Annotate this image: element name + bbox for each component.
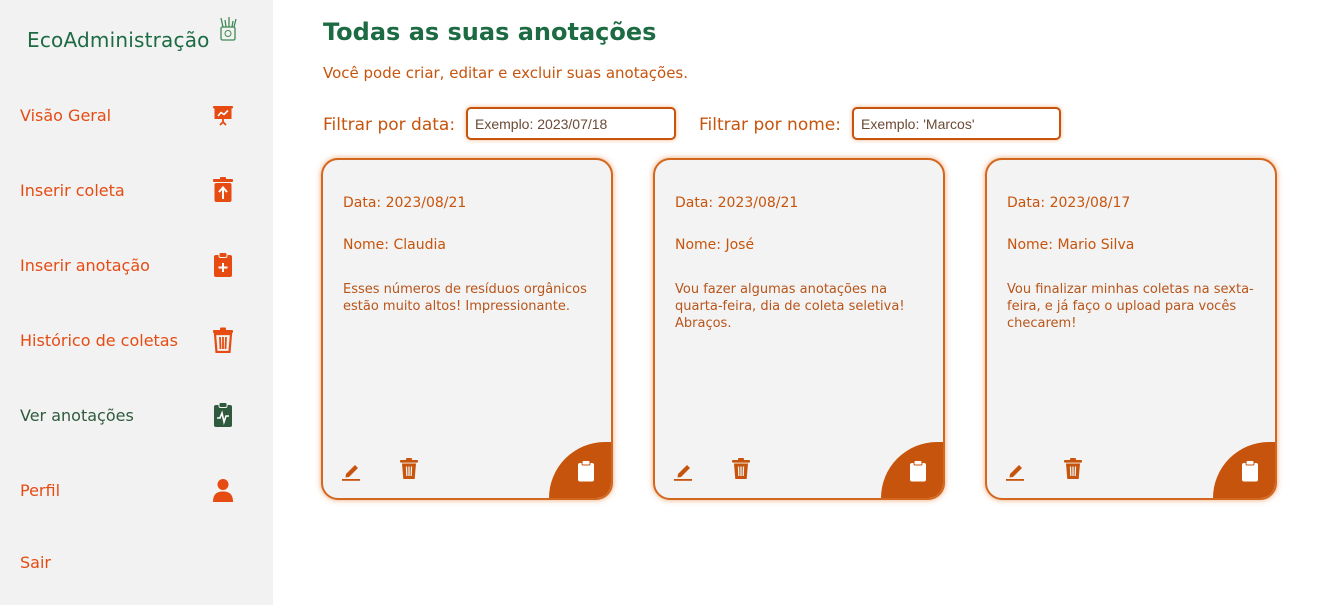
sidebar-item-label: Visão Geral — [20, 105, 112, 125]
clipboard-pulse-icon — [211, 402, 235, 427]
clipboard-icon — [1242, 460, 1258, 482]
filter-name-label: Filtrar por nome: — [699, 115, 841, 135]
upload-bin-icon — [211, 177, 235, 202]
presentation-icon — [211, 103, 235, 127]
delete-icon[interactable] — [399, 458, 419, 480]
note-name: Nome: Mario Silva — [1007, 237, 1135, 253]
clipboard-button[interactable] — [1213, 442, 1275, 498]
sidebar-item-label: Histórico de coletas — [20, 330, 178, 350]
sidebar-item-label: Ver anotações — [20, 405, 134, 425]
sidebar-item-inserir-anotacao[interactable]: Inserir anotação — [20, 250, 235, 280]
app-root: EcoAdministração Visão Geral Inserir col… — [0, 0, 1338, 605]
note-date: Data: 2023/08/21 — [675, 195, 799, 211]
page-title: Todas as suas anotações — [323, 18, 657, 46]
sidebar-item-ver-anotacoes[interactable]: Ver anotações — [20, 400, 235, 430]
clipboard-icon — [578, 460, 594, 482]
page-subtitle: Você pode criar, editar e excluir suas a… — [323, 64, 689, 82]
trash-icon — [211, 327, 235, 353]
filter-date-input[interactable] — [466, 107, 676, 140]
filter-name-input[interactable] — [852, 107, 1061, 140]
note-name: Nome: José — [675, 237, 755, 253]
sidebar-item-historico-coletas[interactable]: Histórico de coletas — [20, 325, 235, 355]
filter-date-label: Filtrar por data: — [323, 115, 456, 135]
sidebar-item-perfil[interactable]: Perfil — [20, 475, 235, 505]
brand-name: EcoAdministração — [27, 28, 210, 52]
sidebar-item-sair[interactable]: Sair — [20, 547, 235, 577]
sidebar-item-label: Sair — [20, 552, 51, 572]
edit-icon[interactable] — [341, 459, 363, 481]
edit-icon[interactable] — [673, 459, 695, 481]
clipboard-button[interactable] — [549, 442, 611, 498]
sidebar-item-inserir-coleta[interactable]: Inserir coleta — [20, 175, 235, 205]
note-text: Vou finalizar minhas coletas na sexta-fe… — [1007, 282, 1254, 331]
note-text: Vou fazer algumas anotações na quarta-fe… — [675, 282, 905, 331]
sidebar-item-visao-geral[interactable]: Visão Geral — [20, 100, 235, 130]
sidebar-item-label: Inserir coleta — [20, 180, 125, 200]
note-card: Data: 2023/08/21 Nome: Claudia Esses núm… — [321, 158, 613, 500]
note-date: Data: 2023/08/21 — [343, 195, 467, 211]
clipboard-icon — [910, 460, 926, 482]
note-text: Esses números de resíduos orgânicos estã… — [343, 282, 587, 314]
clipboard-plus-icon — [211, 252, 235, 277]
recycle-bin-logo-icon — [217, 16, 239, 42]
note-name: Nome: Claudia — [343, 237, 446, 253]
user-icon — [211, 478, 235, 502]
note-card: Data: 2023/08/21 Nome: José Vou fazer al… — [653, 158, 945, 500]
main-content: Todas as suas anotações Você pode criar,… — [273, 0, 1338, 605]
sidebar-item-label: Perfil — [20, 480, 61, 500]
delete-icon[interactable] — [731, 458, 751, 480]
clipboard-button[interactable] — [881, 442, 943, 498]
delete-icon[interactable] — [1063, 458, 1083, 480]
sidebar: EcoAdministração Visão Geral Inserir col… — [0, 0, 273, 605]
note-card: Data: 2023/08/17 Nome: Mario Silva Vou f… — [985, 158, 1277, 500]
note-date: Data: 2023/08/17 — [1007, 195, 1131, 211]
sidebar-item-label: Inserir anotação — [20, 255, 150, 275]
edit-icon[interactable] — [1005, 459, 1027, 481]
